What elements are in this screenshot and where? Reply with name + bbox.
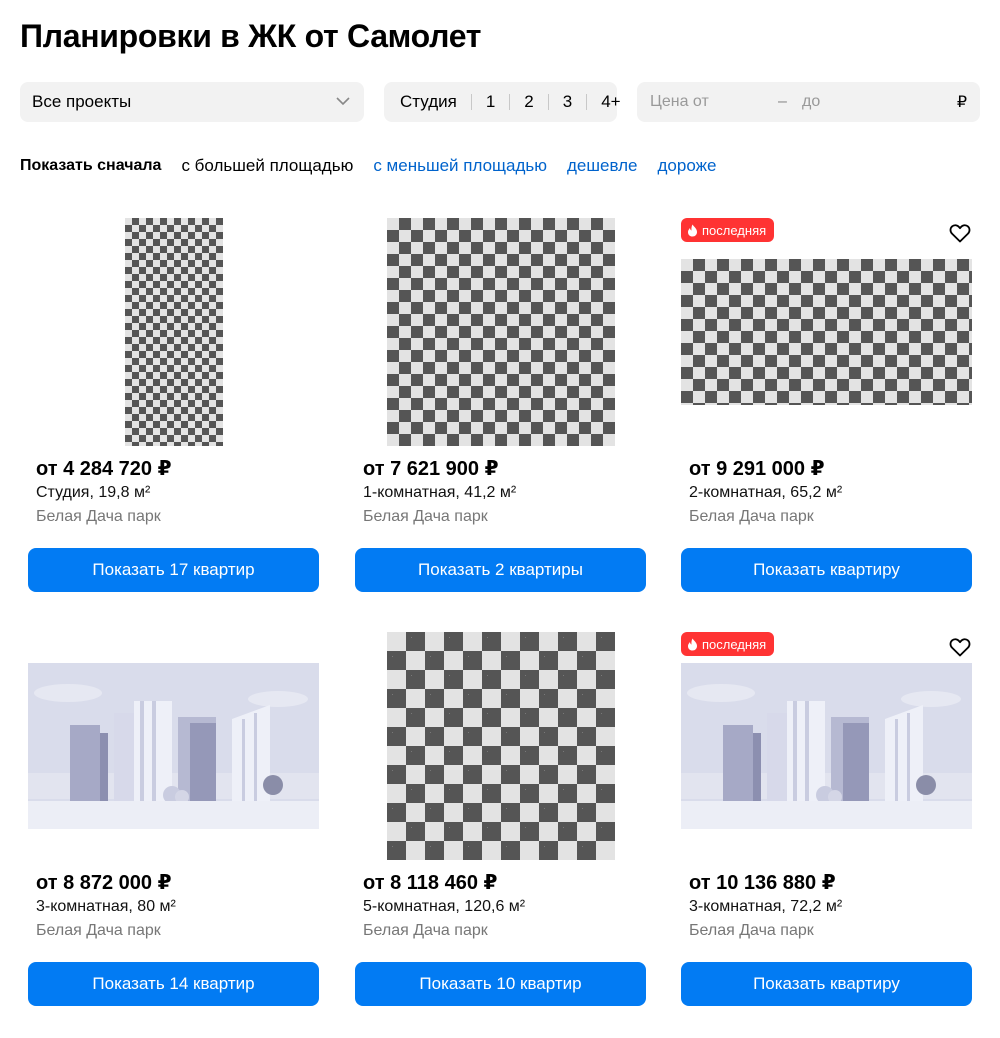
building-placeholder-image <box>681 632 972 860</box>
room-option-studio[interactable]: Студия <box>400 92 457 112</box>
card-price: от 4 284 720 ₽ <box>36 458 172 480</box>
fire-icon <box>688 224 697 236</box>
favorite-heart-icon[interactable] <box>948 635 972 659</box>
card-price: от 8 872 000 ₽ <box>36 872 172 894</box>
card-rooms: 3-комнатная, 72,2 м² <box>689 898 843 915</box>
card-rooms: 2-комнатная, 65,2 м² <box>689 484 843 501</box>
show-apartments-button[interactable]: Показать квартиру <box>681 548 972 592</box>
layout-card[interactable]: от 4 284 720 ₽ Студия, 19,8 м² Белая Дач… <box>28 218 319 612</box>
layout-card[interactable]: последняя от 10 136 880 ₽ 3-комнатная, 7… <box>681 632 972 1026</box>
card-rooms: Студия, 19,8 м² <box>36 484 151 501</box>
card-price: от 10 136 880 ₽ <box>689 872 836 894</box>
badge-label: последняя <box>702 636 767 652</box>
card-complex: Белая Дача парк <box>36 922 161 939</box>
last-badge: последняя <box>681 632 775 656</box>
page-title: Планировки в ЖК от Самолет <box>20 18 482 54</box>
card-complex: Белая Дача парк <box>36 508 161 525</box>
card-rooms: 5-комнатная, 120,6 м² <box>363 898 526 915</box>
layout-image <box>355 218 646 446</box>
sort-label: Показать сначала <box>20 157 162 174</box>
card-complex: Белая Дача парк <box>689 508 814 525</box>
room-option-1[interactable]: 1 <box>486 92 495 112</box>
show-apartments-button[interactable]: Показать 2 квартиры <box>355 548 646 592</box>
card-rooms: 1-комнатная, 41,2 м² <box>363 484 517 501</box>
room-option-2[interactable]: 2 <box>524 92 533 112</box>
favorite-heart-icon[interactable] <box>948 221 972 245</box>
layout-image <box>681 218 972 446</box>
rooms-filter: Студия 1 2 3 4+ <box>384 82 621 122</box>
last-badge: последняя <box>681 218 775 242</box>
card-price: от 7 621 900 ₽ <box>363 458 499 480</box>
price-dash: – <box>778 93 787 110</box>
show-apartments-button[interactable]: Показать квартиру <box>681 962 972 1006</box>
building-placeholder-image <box>28 632 319 860</box>
sort-by-expensive[interactable]: дороже <box>657 156 716 176</box>
layout-card[interactable]: от 7 621 900 ₽ 1-комнатная, 41,2 м² Бела… <box>355 218 646 612</box>
card-complex: Белая Дача парк <box>363 922 488 939</box>
fire-icon <box>688 638 697 650</box>
show-apartments-button[interactable]: Показать 10 квартир <box>355 962 646 1006</box>
layout-card[interactable]: от 8 872 000 ₽ 3-комнатная, 80 м² Белая … <box>28 632 319 1026</box>
sort-by-cheaper[interactable]: дешевле <box>567 156 637 176</box>
price-from-input[interactable]: Цена от <box>650 93 778 111</box>
project-select[interactable]: Все проекты <box>20 82 364 122</box>
layout-card[interactable]: от 8 118 460 ₽ 5-комнатная, 120,6 м² Бел… <box>355 632 646 1026</box>
card-complex: Белая Дача парк <box>689 922 814 939</box>
chevron-down-icon <box>336 97 350 106</box>
badge-label: последняя <box>702 222 767 238</box>
show-apartments-button[interactable]: Показать 17 квартир <box>28 548 319 592</box>
room-option-3[interactable]: 3 <box>563 92 572 112</box>
sort-by-larger-area[interactable]: с большей площадью <box>181 156 353 176</box>
sort-by-smaller-area[interactable]: с меньшей площадью <box>373 156 547 176</box>
layout-card[interactable]: последняя от 9 291 000 ₽ 2-комнатная, 65… <box>681 218 972 612</box>
card-rooms: 3-комнатная, 80 м² <box>36 898 176 915</box>
price-to-input[interactable]: до <box>802 93 957 111</box>
show-apartments-button[interactable]: Показать 14 квартир <box>28 962 319 1006</box>
currency-sign: ₽ <box>956 94 967 111</box>
project-select-value: Все проекты <box>32 92 132 111</box>
layout-image <box>28 218 319 446</box>
price-filter: Цена от – до ₽ <box>637 82 980 122</box>
layout-image <box>355 632 646 860</box>
sort-bar: Показать сначала с большей площадью с ме… <box>20 156 736 176</box>
card-complex: Белая Дача парк <box>363 508 488 525</box>
card-price: от 9 291 000 ₽ <box>689 458 825 480</box>
card-price: от 8 118 460 ₽ <box>363 872 498 894</box>
room-option-4plus[interactable]: 4+ <box>601 92 620 112</box>
